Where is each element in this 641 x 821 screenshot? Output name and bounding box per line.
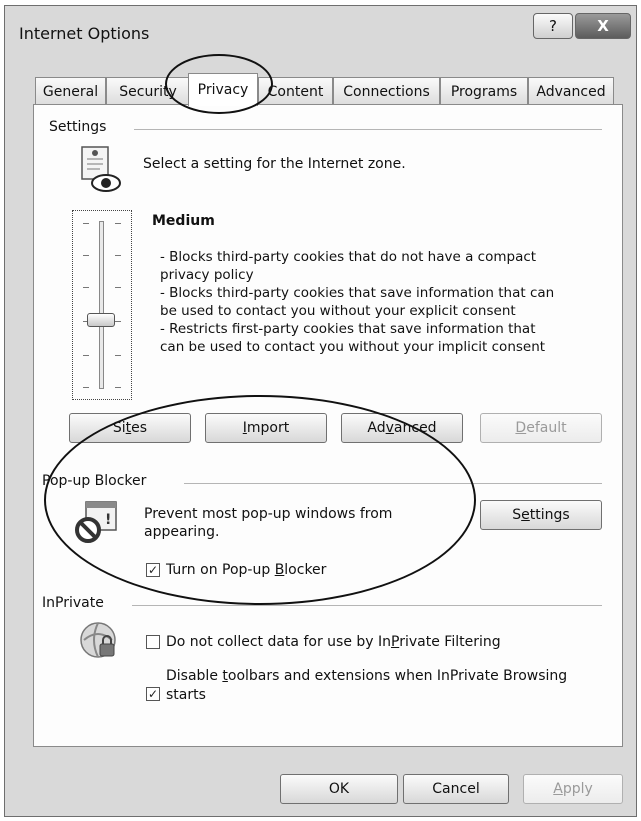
settings-group-rule [134,129,602,130]
accelerator-key: v [385,420,394,436]
internet-options-window: Internet Options ? X General Security Pr… [4,5,637,817]
label-part: Ad [367,420,386,436]
popup-settings-button[interactable]: Se ttings [480,500,602,530]
label-part: oolbars and extensions when InPrivate Br… [227,668,568,684]
popup-description-line2: appearing. [144,524,220,540]
tab-label: Content [267,83,324,100]
inprivate-group-label: InPrivate [42,595,110,611]
label-part: ttings [529,507,570,523]
tab-programs[interactable]: Programs [440,77,528,105]
level-description-line: can be used to contact you without your … [160,339,546,355]
label-part: Do not collect data for use by In [166,634,392,650]
label-part: Si [112,420,126,436]
help-button[interactable]: ? [533,13,573,39]
import-button[interactable]: Import [205,413,327,443]
help-icon: ? [549,17,557,35]
label-part: Turn on Pop-up [166,562,275,578]
popup-group-rule [184,483,602,484]
label-part: es [131,420,148,436]
tab-privacy[interactable]: Privacy [188,73,258,106]
zone-prompt: Select a setting for the Internet zone. [143,156,406,172]
popup-blocked-icon: ! [75,501,117,543]
settings-group-label: Settings [49,119,113,135]
level-description-line: - Blocks third-party cookies that save i… [160,285,555,301]
privacy-report-icon [81,146,121,192]
svg-text:!: ! [105,512,111,528]
accelerator-key: P [391,634,400,650]
tab-label: Security [119,83,177,100]
level-description-line: privacy policy [160,267,254,283]
tab-label: Programs [450,83,518,100]
popup-blocker-label[interactable]: Turn on Pop-up Blocker [166,561,326,579]
accelerator-key: D [515,420,527,436]
popup-description-line1: Prevent most pop-up windows from [144,506,393,522]
label-part: Disable [166,668,223,684]
sites-button[interactable]: Si t es [69,413,191,443]
tab-general[interactable]: General [35,77,106,105]
label-part: locker [284,562,327,578]
advanced-button[interactable]: Ad v anced [341,413,463,443]
tab-label: General [42,83,99,100]
level-description-line: be used to contact you without your expl… [160,303,516,319]
close-icon: X [597,17,609,35]
default-button[interactable]: Default [480,413,602,443]
privacy-panel: Settings Select a setting for the Intern… [33,104,623,747]
label-part: rivate Filtering [399,634,501,650]
ok-button[interactable]: OK [280,774,398,804]
slider-track [99,221,104,389]
label-part: S [512,507,522,523]
inprivate-filtering-checkbox[interactable] [146,635,160,649]
privacy-level-title: Medium [152,213,215,229]
tab-label: Connections [343,83,430,100]
button-label: Cancel [432,781,480,797]
label-part: anced [393,420,437,436]
tab-connections[interactable]: Connections [333,77,440,105]
privacy-level-slider[interactable] [72,210,132,400]
inprivate-filtering-label[interactable]: Do not collect data for use by InPrivate… [166,633,501,651]
cancel-button[interactable]: Cancel [403,774,509,804]
disable-toolbars-label-line2: starts [166,687,206,703]
inprivate-group-rule [132,605,602,606]
tab-label: Advanced [536,83,606,100]
label-part: pply [562,781,593,797]
accelerator-key: B [274,562,285,578]
level-description-line: - Blocks third-party cookies that do not… [160,249,537,265]
tab-security[interactable]: Security [106,77,190,105]
popup-blocker-checkbox[interactable]: ✓ [146,563,160,577]
tab-label: Privacy [197,82,249,98]
level-description-line: - Restricts first-party cookies that sav… [160,321,536,337]
disable-toolbars-label[interactable]: Disable toolbars and extensions when InP… [166,667,567,685]
label-part: mport [246,420,290,436]
title-bar[interactable]: Internet Options ? X [5,6,636,58]
button-label: OK [328,781,350,797]
apply-button[interactable]: Apply [523,774,623,804]
tab-content[interactable]: Content [258,77,333,105]
accelerator-key: e [521,507,530,523]
accelerator-key: A [553,781,563,797]
close-button[interactable]: X [575,13,631,39]
tab-advanced[interactable]: Advanced [528,77,614,105]
window-title: Internet Options [19,24,150,43]
popup-group-label: Pop-up Blocker [42,473,153,489]
inprivate-shield-icon [80,622,116,658]
disable-toolbars-checkbox[interactable]: ✓ [146,687,160,701]
slider-thumb[interactable] [87,313,115,327]
label-part: efault [526,420,567,436]
